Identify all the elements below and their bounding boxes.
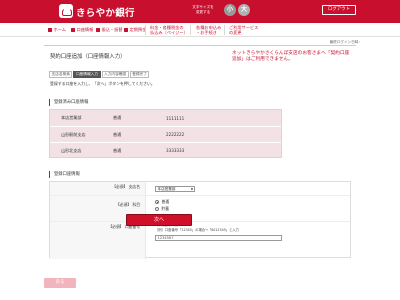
account-number-input[interactable]: 1234567 xyxy=(155,235,282,241)
account-number: 3333333 xyxy=(166,148,185,153)
account-icon xyxy=(71,28,75,32)
home-icon xyxy=(48,28,52,32)
nav-home[interactable]: ホーム xyxy=(48,23,66,37)
nav-transfer-label: 振込・振替 xyxy=(101,27,123,32)
nav-payeasy[interactable]: 料金・各種税金の 払込み（ペイジー） xyxy=(150,23,188,37)
required-mark: 【必須】 xyxy=(116,202,132,207)
nav-applications-line2: ・お手続き xyxy=(196,30,217,35)
branch-label-cell: 【必須】 支店名 xyxy=(50,182,146,195)
nav-transfer[interactable]: 振込・振替 xyxy=(96,23,122,37)
branch-label-text: 支店名 xyxy=(128,184,140,189)
step-confirm: 入力内容確認 xyxy=(101,71,129,78)
account-number-row: 【必須】 口座番号 （半角数字7桁） ［例］口座番号「12345」の場合→「00… xyxy=(50,222,350,259)
radio-selected-icon xyxy=(155,200,159,204)
table-row: 山形北支店 普通 3333333 xyxy=(50,142,281,158)
radio-option-ordinary[interactable]: 普通 xyxy=(155,199,169,205)
account-type: 普通 xyxy=(113,131,122,137)
branch-row: 【必須】 支店名 本店営業部 xyxy=(50,182,350,196)
global-nav: ホーム 口座情報 振込・振替 定期預金 料金・各種税金の 払込み（ペイジー） 各… xyxy=(0,23,400,37)
page-title: 契約口座追加（口座情報入力） xyxy=(50,54,126,60)
main-panel: 契約口座追加（口座情報入力） ネットきらやかさくらんぼ支店のお客さまへ「契約口座… xyxy=(44,45,356,273)
account-branch: 山形北支店 xyxy=(61,147,82,153)
step-indicator: 支店名検索 口座情報入力 入力内容確認 登録完了 xyxy=(49,71,150,78)
transfer-icon xyxy=(96,28,100,32)
nav-time-deposit[interactable]: 定期預金 xyxy=(124,23,146,37)
branch-label: 【必須】 支店名 xyxy=(112,184,140,190)
required-mark: 【必須】 xyxy=(108,224,124,229)
radio-option-savings[interactable]: 貯蓄 xyxy=(155,206,169,212)
back-button[interactable]: 戻る xyxy=(44,278,76,288)
radio-unselected-icon xyxy=(155,207,159,211)
nav-payeasy-line2: 払込み（ペイジー） xyxy=(150,30,188,35)
nav-home-label: ホーム xyxy=(53,27,66,32)
nav-account-info-label: 口座情報 xyxy=(76,27,94,32)
instruction-text: 登録する口座を入力し、「次へ」ボタンを押してください。 xyxy=(50,81,155,86)
nav-service-change[interactable]: ご利用サービス の変更 xyxy=(229,23,258,37)
next-button[interactable]: 次へ xyxy=(126,214,192,226)
nav-service-change-line2: の変更 xyxy=(229,30,242,35)
step-account-input: 口座情報入力 xyxy=(73,71,101,78)
header: きらやか銀行 文字サイズを変更する 小 大 ログアウト xyxy=(0,0,400,23)
radio-option-label: 普通 xyxy=(161,199,170,204)
account-form: 【必須】 支店名 本店営業部 【必須】 科目 普通 貯蓄 xyxy=(49,181,351,259)
number-hint-example: ［例］口座番号「12345」の場合→「0012345」と入力 xyxy=(155,227,239,232)
nav-time-deposit-label: 定期預金 xyxy=(129,27,147,32)
registered-accounts-heading: 登録済み口座情報 xyxy=(49,99,88,106)
nav-divider xyxy=(190,25,191,35)
fontsize-label: 文字サイズを変更する xyxy=(192,5,214,14)
notice-message: ネットきらやかさくらんぼ支店のお客さまへ「契約口座追加」はご利用できません。 xyxy=(232,51,350,63)
time-deposit-icon xyxy=(124,28,128,32)
account-type: 普通 xyxy=(113,147,122,153)
step-complete: 登録完了 xyxy=(129,71,150,78)
fontsize-small-button[interactable]: 小 xyxy=(224,4,236,16)
registered-accounts-table: 本店営業部 普通 1111111 山形駅前支店 普通 2222222 山形北支店… xyxy=(49,109,282,158)
branch-select[interactable]: 本店営業部 xyxy=(155,186,195,192)
account-number: 2222222 xyxy=(166,132,185,137)
nav-account-info[interactable]: 口座情報 xyxy=(71,23,93,37)
nav-divider xyxy=(145,25,146,35)
radio-option-label: 貯蓄 xyxy=(161,206,170,211)
account-type-row: 【必須】 科目 普通 貯蓄 カードローン xyxy=(50,196,350,222)
account-form-heading: 登録口座情報 xyxy=(49,171,80,178)
step-branch-search: 支店名検索 xyxy=(49,71,73,78)
account-branch: 本店営業部 xyxy=(61,115,82,120)
bank-name: きらやか銀行 xyxy=(76,8,135,19)
account-branch: 山形駅前支店 xyxy=(61,131,86,137)
table-row: 本店営業部 普通 1111111 xyxy=(50,110,281,126)
required-mark: 【必須】 xyxy=(112,184,128,189)
type-label-text: 科目 xyxy=(132,202,140,207)
type-label: 【必須】 科目 xyxy=(116,202,140,208)
account-number: 1111111 xyxy=(166,115,185,121)
logout-button[interactable]: ログアウト xyxy=(322,5,356,15)
nav-applications[interactable]: 各種お申込み ・お手続き xyxy=(196,23,221,37)
number-label-cell: 【必須】 口座番号 xyxy=(50,222,146,259)
bank-logo-icon xyxy=(59,4,73,18)
table-row: 山形駅前支店 普通 2222222 xyxy=(50,126,281,142)
account-type: 普通 xyxy=(113,115,122,120)
fontsize-large-button[interactable]: 大 xyxy=(238,4,250,16)
nav-divider xyxy=(224,25,225,35)
